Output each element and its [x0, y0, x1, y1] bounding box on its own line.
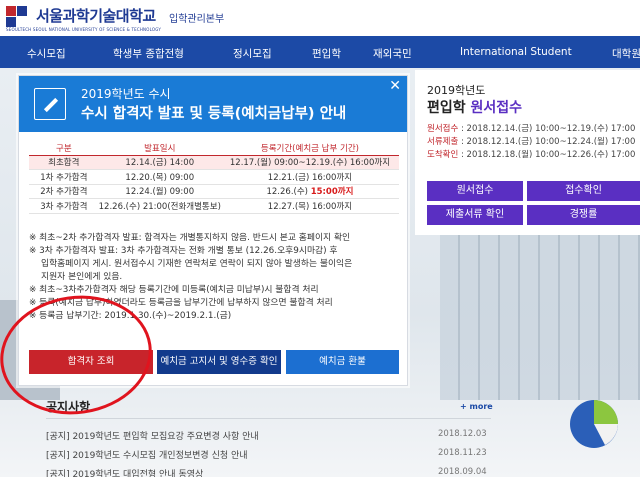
logo-english-text: SEOULTECH SEOUL NATIONAL UNIVERSITY OF S…: [6, 27, 161, 32]
table-row: 최초합격 12.14.(금) 14:00 12.17.(월) 09:00~12.…: [29, 155, 399, 170]
check-application-button[interactable]: 접수확인: [527, 181, 640, 201]
popup-subtitle: 2019학년도 수시: [81, 87, 171, 101]
competition-rate-button[interactable]: 경쟁률: [527, 205, 640, 225]
schedule-table: 구분 발표일시 등록기간(예치금 납부 기간) 최초합격 12.14.(금) 1…: [29, 141, 399, 214]
notice-item[interactable]: [공지] 2019학년도 수시모집 개인정보변경 신청 안내: [46, 448, 248, 461]
transfer-application-panel: 2019학년도 편입학 원서접수 원서접수 : 2018.12.14.(금) 1…: [415, 70, 640, 235]
popup-header: 2019학년도 수시 수시 합격자 발표 및 등록(예치금납부) 안내 ✕: [19, 76, 407, 132]
nav-item-transfer[interactable]: 편입학: [312, 46, 341, 61]
notice-date: 2018.09.04: [438, 467, 487, 477]
notice-more-link[interactable]: + more: [460, 402, 493, 411]
receipt-check-button[interactable]: 예치금 고지서 및 영수증 확인: [157, 350, 281, 374]
logo-title[interactable]: 서울과학기술대학교: [36, 5, 156, 26]
table-row: 2차 추가합격 12.24.(월) 09:00 12.26.(수) 15:00까…: [29, 184, 399, 199]
schedule-item: 도착확인 : 2018.12.18.(월) 10:00~12.26.(수) 17…: [427, 150, 636, 160]
note-line: 입학홈페이지 게시. 원서접수시 기재한 연락처로 연락이 되지 않아 발생하는…: [41, 259, 353, 269]
notice-date: 2018.11.23: [438, 448, 487, 458]
nav-item-overseas[interactable]: 재외국민: [373, 46, 412, 61]
schedule-list: 원서접수 : 2018.12.14.(금) 10:00~12.19.(수) 17…: [427, 123, 635, 162]
note-line: ※ 3차 추가합격자 발표: 3차 추가합격자는 전화 개별 통보 (12.26…: [29, 246, 338, 256]
university-logo-icon[interactable]: [6, 6, 32, 28]
apply-button[interactable]: 원서접수: [427, 181, 523, 201]
documents-check-button[interactable]: 제출서류 확인: [427, 205, 523, 225]
edit-document-icon: [34, 88, 66, 120]
notice-item[interactable]: [공지] 2019학년도 대입전형 안내 동영상: [46, 467, 203, 477]
panel-title: 편입학 원서접수: [427, 100, 523, 116]
notice-date: 2018.12.03: [438, 429, 487, 439]
column-header: 등록기간(예치금 납부 기간): [220, 141, 399, 156]
divider: [46, 418, 491, 419]
note-line: 지원자 본인에게 있음.: [41, 272, 123, 282]
pie-chart-icon[interactable]: [565, 395, 623, 453]
schedule-item: 서류제출 : 2018.12.14.(금) 10:00~12.24.(월) 17…: [427, 137, 636, 147]
table-row: 3차 추가합격 12.26.(수) 21:00(전화개별통보) 12.27.(목…: [29, 198, 399, 214]
deadline-highlight: 15:00까지: [310, 187, 354, 198]
building-image: [440, 230, 640, 400]
panel-year: 2019학년도: [427, 84, 486, 97]
table-header-row: 구분 발표일시 등록기간(예치금 납부 기간): [29, 141, 399, 156]
column-header: 발표일시: [98, 141, 221, 156]
nav-item-jeongsi[interactable]: 정시모집: [233, 46, 272, 61]
schedule-item: 원서접수 : 2018.12.14.(금) 10:00~12.19.(수) 17…: [427, 124, 636, 134]
close-icon[interactable]: ✕: [389, 78, 401, 94]
logo-subtitle[interactable]: 입학관리본부: [169, 10, 224, 25]
note-line: ※ 최초~2차 추가합격자 발표: 합격자는 개별통지하지 않음. 반드시 본교…: [29, 233, 351, 243]
header: SEOULTECH SEOUL NATIONAL UNIVERSITY OF S…: [0, 0, 640, 36]
refund-button[interactable]: 예치금 환불: [286, 350, 399, 374]
nav-item-student-record[interactable]: 학생부 종합전형: [113, 46, 184, 61]
notice-item[interactable]: [공지] 2019학년도 편입학 모집요강 주요변경 사항 안내: [46, 429, 259, 442]
main-nav: 수시모집 학생부 종합전형 정시모집 편입학 재외국민 Internationa…: [0, 36, 640, 68]
nav-item-susi[interactable]: 수시모집: [27, 46, 66, 61]
table-row: 1차 추가합격 12.20.(목) 09:00 12.21.(금) 16:00까…: [29, 169, 399, 185]
nav-item-international[interactable]: International Student: [460, 46, 572, 58]
nav-item-graduate[interactable]: 대학원: [612, 46, 640, 61]
column-header: 구분: [29, 141, 99, 156]
popup-title: 수시 합격자 발표 및 등록(예치금납부) 안내: [81, 106, 347, 122]
